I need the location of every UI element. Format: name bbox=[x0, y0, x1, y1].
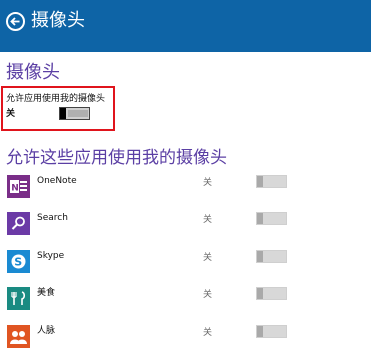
page-title: 摄像头 bbox=[31, 10, 85, 31]
app-name: 美食 bbox=[37, 288, 56, 298]
section-title: 摄像头 bbox=[6, 62, 60, 83]
app-state: 关 bbox=[203, 328, 213, 338]
app-state: 关 bbox=[203, 178, 213, 188]
toggle-track bbox=[68, 110, 88, 117]
search-icon bbox=[7, 212, 30, 235]
app-toggle-search[interactable] bbox=[256, 212, 287, 225]
back-arrow-icon bbox=[10, 17, 20, 26]
app-row-food: 美食 关 bbox=[0, 287, 371, 317]
svg-text:N: N bbox=[11, 184, 19, 194]
app-state: 关 bbox=[203, 253, 213, 263]
skype-icon: S bbox=[7, 250, 30, 273]
svg-text:S: S bbox=[14, 256, 22, 269]
people-icon bbox=[7, 325, 30, 348]
back-button[interactable] bbox=[6, 12, 25, 31]
app-row-people: 人脉 关 bbox=[0, 325, 371, 355]
master-camera-toggle[interactable] bbox=[59, 107, 90, 120]
food-icon bbox=[7, 287, 30, 310]
app-row-onenote: N OneNote 关 bbox=[0, 175, 371, 205]
app-row-search: Search 关 bbox=[0, 212, 371, 242]
apps-section-title: 允许这些应用使用我的摄像头 bbox=[6, 148, 227, 168]
master-toggle-state: 关 bbox=[6, 109, 16, 119]
master-toggle-label: 允许应用使用我的摄像头 bbox=[6, 94, 106, 104]
onenote-icon: N bbox=[7, 175, 30, 198]
app-toggle-people[interactable] bbox=[256, 325, 287, 338]
app-header: 摄像头 bbox=[0, 0, 371, 52]
app-state: 关 bbox=[203, 215, 213, 225]
app-state: 关 bbox=[203, 290, 213, 300]
app-name: 人脉 bbox=[37, 326, 56, 336]
app-name: Search bbox=[37, 213, 68, 223]
app-name: OneNote bbox=[37, 176, 77, 186]
app-name: Skype bbox=[37, 251, 65, 261]
app-row-skype: S Skype 关 bbox=[0, 250, 371, 280]
app-toggle-skype[interactable] bbox=[256, 250, 287, 263]
toggle-thumb bbox=[60, 108, 66, 119]
app-toggle-onenote[interactable] bbox=[256, 175, 287, 188]
app-toggle-food[interactable] bbox=[256, 287, 287, 300]
